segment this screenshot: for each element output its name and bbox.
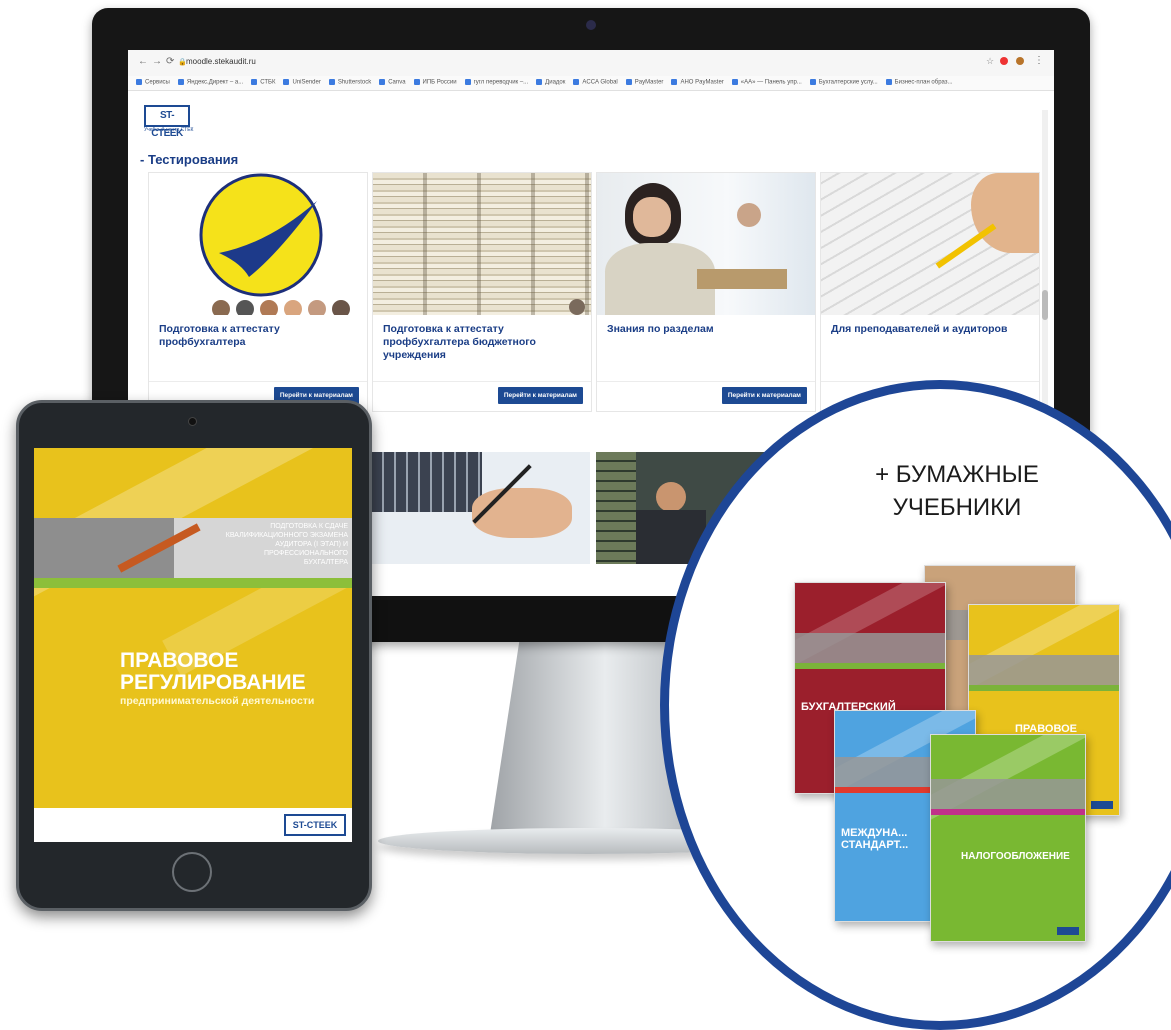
bookmark-item[interactable]: Бухгалтерские услу...	[809, 79, 878, 86]
card-image-papers	[373, 173, 591, 315]
bookmark-icon	[809, 79, 816, 85]
card-footer: Перейти к материалам	[373, 381, 591, 412]
forward-icon[interactable]: →	[152, 56, 162, 67]
reload-icon[interactable]: ⟳	[166, 56, 174, 67]
bookmark-item[interactable]: Бизнес-план образ...	[885, 79, 953, 86]
site-logo-subtitle: Учебный центр СТЕК	[144, 127, 194, 133]
bookmark-icon	[573, 79, 580, 85]
card-title[interactable]: Для преподавателей и аудиторов	[831, 323, 1031, 336]
bookmark-icon	[136, 79, 142, 85]
book-label: НАЛОГООБЛОЖЕНИЕ	[961, 851, 1070, 862]
bookmark-icon	[328, 79, 335, 85]
menu-dots-icon[interactable]: ⋮	[1034, 55, 1044, 66]
webcam-icon	[586, 20, 596, 30]
course-card[interactable]: Подготовка к аттестату профбухгалтера Пе…	[148, 172, 368, 412]
go-to-materials-button[interactable]: Перейти к материалам	[721, 387, 807, 404]
calculator-photo	[372, 452, 590, 564]
bookmark-item[interactable]: СТБК	[251, 79, 275, 86]
tablet-home-button[interactable]	[172, 852, 212, 892]
star-icon[interactable]: ☆	[986, 56, 994, 67]
book-cover-tablet: ПОДГОТОВКА К СДАЧЕ КВАЛИФИКАЦИОННОГО ЭКЗ…	[34, 448, 352, 842]
bookmark-icon	[379, 79, 386, 85]
book-label: МЕЖДУНА... СТАНДАРТ...	[841, 827, 909, 851]
bookmark-icon	[283, 79, 290, 85]
card-image-logo	[149, 173, 367, 315]
card-title[interactable]: Подготовка к аттестату профбухгалтера	[159, 323, 359, 349]
bookmark-item[interactable]: Диадок	[536, 79, 565, 86]
card-image-answer-sheet	[821, 173, 1039, 315]
book-title: ПРАВОВОЕ РЕГУЛИРОВАНИЕ	[120, 649, 306, 694]
scrollbar-thumb[interactable]	[1042, 290, 1048, 320]
book-subtitle: предпринимательской деятельности	[120, 695, 315, 707]
bookmark-item[interactable]: Shutterstock	[328, 79, 371, 86]
bookmark-icon	[885, 79, 892, 85]
bookmark-icon	[464, 79, 471, 85]
card-footer: Перейти к материалам	[597, 381, 815, 412]
bookmark-icon	[731, 79, 738, 85]
url-field[interactable]: moodle.stekaudit.ru	[186, 57, 256, 66]
extension-icon[interactable]	[1000, 57, 1008, 65]
bookmark-item[interactable]: Сервисы	[136, 79, 170, 86]
bookmark-item[interactable]: «АА» — Панель упр...	[731, 79, 802, 86]
site-logo[interactable]: ST-CTEEK	[144, 105, 190, 139]
bookmark-item[interactable]: ИПБ России	[413, 79, 457, 86]
bookmark-item[interactable]: UniSender	[283, 79, 321, 86]
bookmark-item[interactable]: Яндекс.Директ – а...	[177, 79, 243, 86]
card-title[interactable]: Знания по разделам	[607, 323, 807, 336]
bookmark-item[interactable]: ACCA Global	[573, 79, 618, 86]
bookmark-icon	[536, 79, 543, 85]
bookmark-item[interactable]: PayMaster	[625, 79, 663, 86]
book-series: ПОДГОТОВКА К СДАЧЕ КВАЛИФИКАЦИОННОГО ЭКЗ…	[225, 523, 348, 566]
bookmark-icon	[625, 79, 632, 85]
avatar[interactable]	[1016, 57, 1024, 65]
bookmark-icon	[177, 79, 184, 85]
bookmark-item[interactable]: Canva	[379, 79, 406, 86]
section-title[interactable]: - Тестирования	[140, 152, 238, 167]
bookmarks-bar: Сервисы Яндекс.Директ – а... СТБК UniSender…	[128, 76, 1054, 91]
promo-heading: + БУМАЖНЫЕ УЧЕБНИКИ	[875, 461, 1039, 521]
course-card[interactable]: Подготовка к аттестату профбухгалтера бю…	[372, 172, 592, 412]
tablet-camera-icon	[188, 417, 197, 426]
card-title[interactable]: Подготовка к аттестату профбухгалтера бю…	[383, 323, 583, 362]
bookmark-icon	[413, 79, 420, 85]
yellow-logo-circle	[199, 173, 350, 315]
back-icon[interactable]: ←	[138, 56, 148, 67]
bookmark-icon	[251, 79, 258, 85]
course-card[interactable]: Для преподавателей и аудиторов	[820, 172, 1040, 412]
browser-address-bar: ← → ⟳ 🔒 moodle.stekaudit.ru ☆ ⋮	[128, 50, 1054, 77]
book-cover: НАЛОГООБЛОЖЕНИЕ	[930, 734, 1086, 942]
bookmark-item[interactable]: гугл переводчик –...	[464, 79, 528, 86]
course-card[interactable]: Знания по разделам Перейти к материалам	[596, 172, 816, 412]
bookmark-item[interactable]: АНО PayMaster	[671, 79, 724, 86]
go-to-materials-button[interactable]: Перейти к материалам	[497, 387, 583, 404]
bookmark-icon	[671, 79, 678, 85]
publisher-logo: ST-CTEEK	[284, 814, 346, 836]
card-image-student	[597, 173, 815, 315]
